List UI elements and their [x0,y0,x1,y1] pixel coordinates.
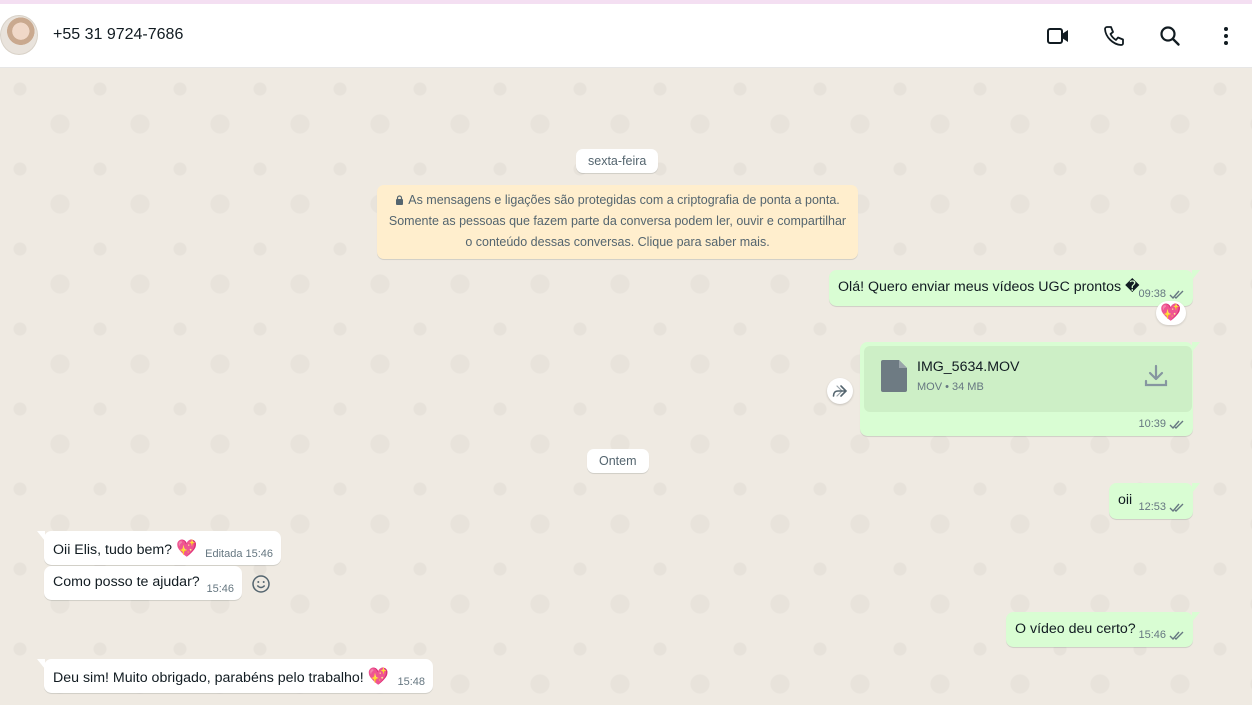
message-text-body: Oii Elis, tudo bem? [53,542,177,558]
file-meta: MOV • 34 MB [917,381,984,393]
chat-header: +55 31 9724-7686 [0,4,1252,68]
message-incoming[interactable]: Oii Elis, tudo bem? 💖 Editada 15:46 [37,531,281,565]
message-meta: 09:38 [1138,288,1185,300]
heart-reaction-icon: 💖 [1160,303,1182,322]
file-attachment[interactable]: IMG_5634.MOV MOV • 34 MB [864,346,1192,412]
message-text-body: Deu sim! Muito obrigado, parabéns pelo t… [53,670,368,686]
video-file-icon [881,360,907,392]
phone-icon[interactable] [1101,23,1127,49]
heart-emoji-icon: 💖 [367,667,389,686]
message-reaction[interactable]: 💖 [1156,301,1186,325]
message-meta: 10:39 [1138,418,1185,430]
edited-label: Editada [205,548,243,560]
double-check-icon [1169,420,1184,429]
message-meta: 15:48 [397,676,425,688]
message-outgoing[interactable]: O vídeo deu certo? 15:46 [1006,612,1200,647]
message-incoming[interactable]: Deu sim! Muito obrigado, parabéns pelo t… [37,659,433,693]
double-check-icon [1169,503,1184,512]
double-check-icon [1169,631,1184,640]
message-time: 10:39 [1138,418,1166,430]
download-icon[interactable] [1142,362,1170,390]
message-time: 09:38 [1138,288,1166,300]
lock-icon [396,195,404,205]
message-meta: 15:46 [206,583,234,595]
encryption-notice-line1: As mensagens e ligações são protegidas c… [377,190,858,211]
message-time: 15:46 [206,583,234,595]
message-time: 15:46 [1138,629,1166,641]
encryption-text-1: As mensagens e ligações são protegidas c… [408,193,840,207]
encryption-notice[interactable]: As mensagens e ligações são protegidas c… [377,185,858,259]
double-check-icon [1169,290,1184,299]
chat-area[interactable]: sexta-feira As mensagens e ligações são … [0,69,1252,705]
message-text: O vídeo deu certo? [1015,621,1136,637]
avatar[interactable] [0,15,38,55]
message-incoming[interactable]: Como posso te ajudar? 15:46 [44,566,242,600]
encryption-notice-line2: Somente as pessoas que fazem parte da co… [388,214,847,228]
emoji-smiley-icon [252,575,270,593]
message-time: 15:48 [397,676,425,688]
search-icon[interactable] [1157,23,1183,49]
message-text: Olá! Quero enviar meus vídeos UGC pronto… [838,279,1140,295]
file-name: IMG_5634.MOV [917,359,1020,375]
message-meta: 12:53 [1138,501,1185,513]
message-outgoing[interactable]: oii 12:53 [1109,483,1200,519]
message-time: 15:46 [245,548,273,560]
message-text: oii [1118,492,1133,508]
message-text: Oii Elis, tudo bem? 💖 [53,539,197,559]
message-text: Como posso te ajudar? [53,574,200,590]
message-meta: Editada 15:46 [205,548,273,560]
heart-emoji-icon: 💖 [176,539,198,558]
react-button[interactable] [248,571,274,597]
message-outgoing[interactable]: Olá! Quero enviar meus vídeos UGC pronto… [829,270,1200,306]
contact-name[interactable]: +55 31 9724-7686 [53,26,183,44]
encryption-notice-line3: o conteúdo dessas conversas. Clique para… [465,235,770,249]
video-call-icon[interactable] [1045,23,1071,49]
forward-button[interactable] [827,378,853,404]
forward-icon [832,385,848,397]
date-separator-friday: sexta-feira [576,149,659,173]
message-meta: 15:46 [1138,629,1185,641]
more-vertical-icon[interactable] [1213,23,1239,49]
message-time: 12:53 [1138,501,1166,513]
message-text: Deu sim! Muito obrigado, parabéns pelo t… [53,667,389,687]
date-separator-yesterday: Ontem [587,449,649,473]
